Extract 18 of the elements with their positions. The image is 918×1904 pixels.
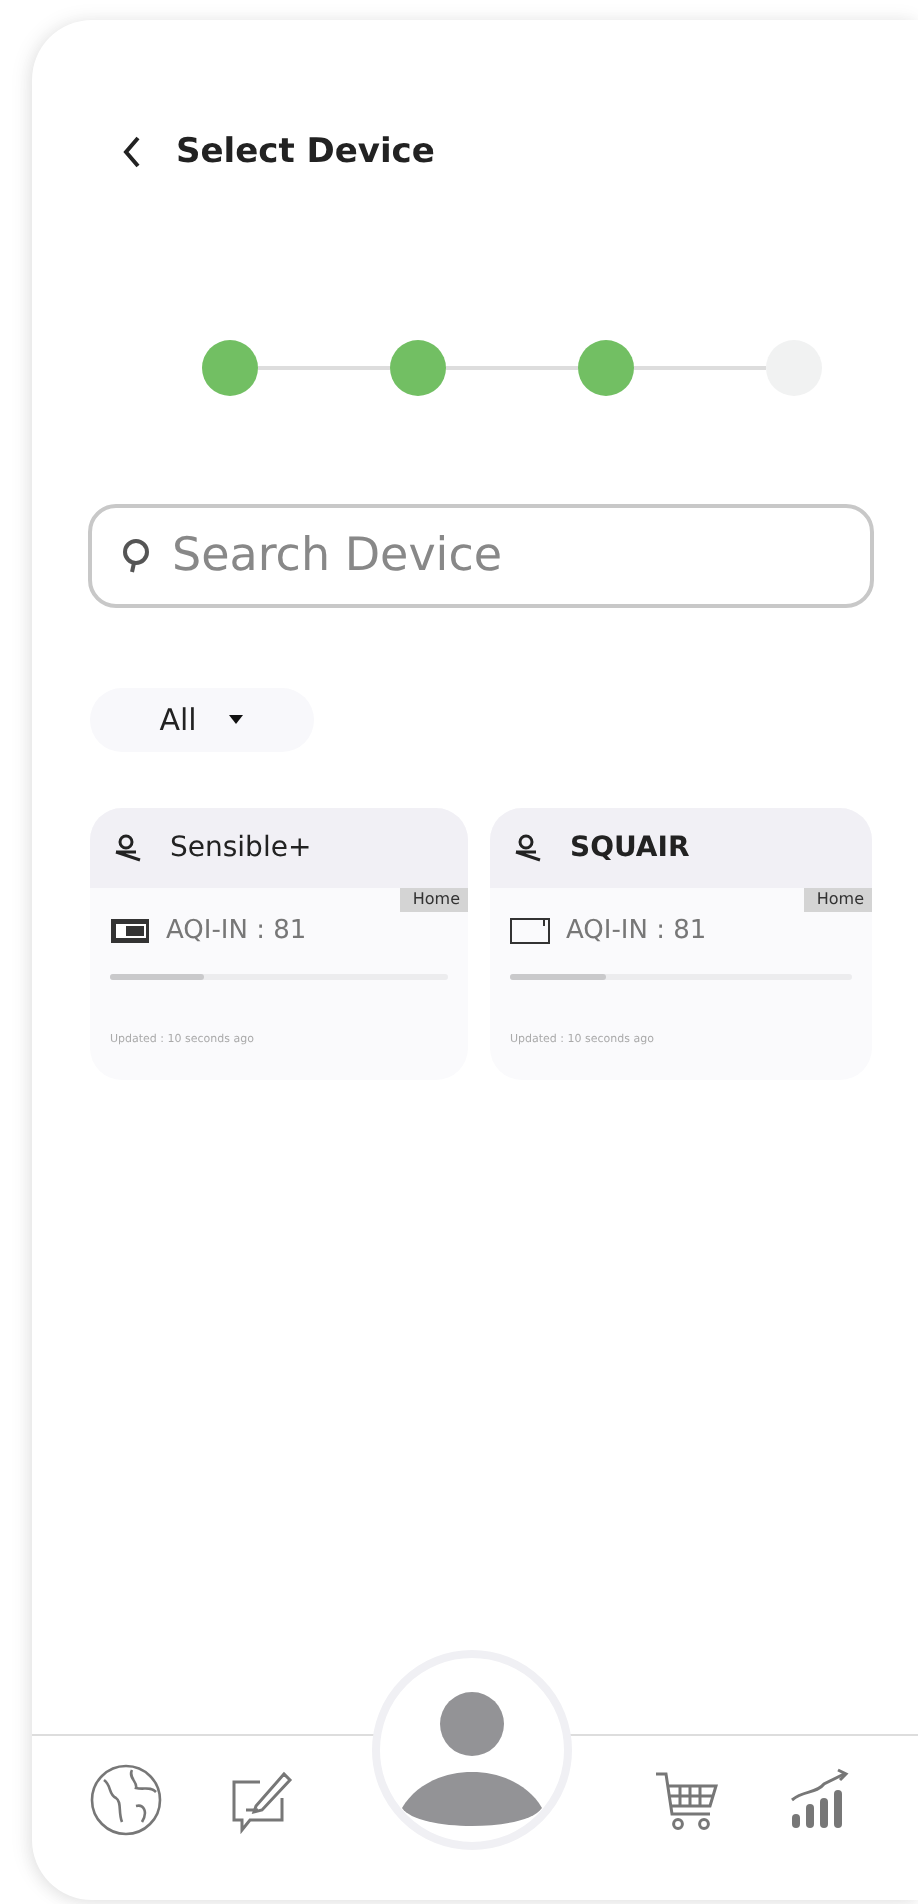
aqi-reading: AQI-IN : 81	[166, 916, 307, 946]
device-name: SQUAIR	[570, 832, 690, 864]
back-button[interactable]	[120, 134, 144, 170]
device-icon	[114, 834, 142, 862]
monitor-icon	[510, 918, 550, 944]
monitor-icon	[110, 918, 150, 944]
filter-dropdown[interactable]: All	[90, 688, 314, 752]
edit-note-icon[interactable]	[228, 1766, 296, 1834]
location-tag: Home	[400, 888, 468, 912]
device-name: Sensible+	[170, 832, 312, 864]
globe-icon[interactable]	[88, 1762, 164, 1838]
search-field[interactable]: Search Device	[88, 504, 874, 608]
location-tag: Home	[804, 888, 872, 912]
screen-title: Select Device	[176, 132, 435, 172]
caret-icon	[228, 714, 245, 726]
aqi-reading: AQI-IN : 81	[566, 916, 707, 946]
search-icon	[120, 536, 152, 576]
device-icon	[514, 834, 542, 862]
